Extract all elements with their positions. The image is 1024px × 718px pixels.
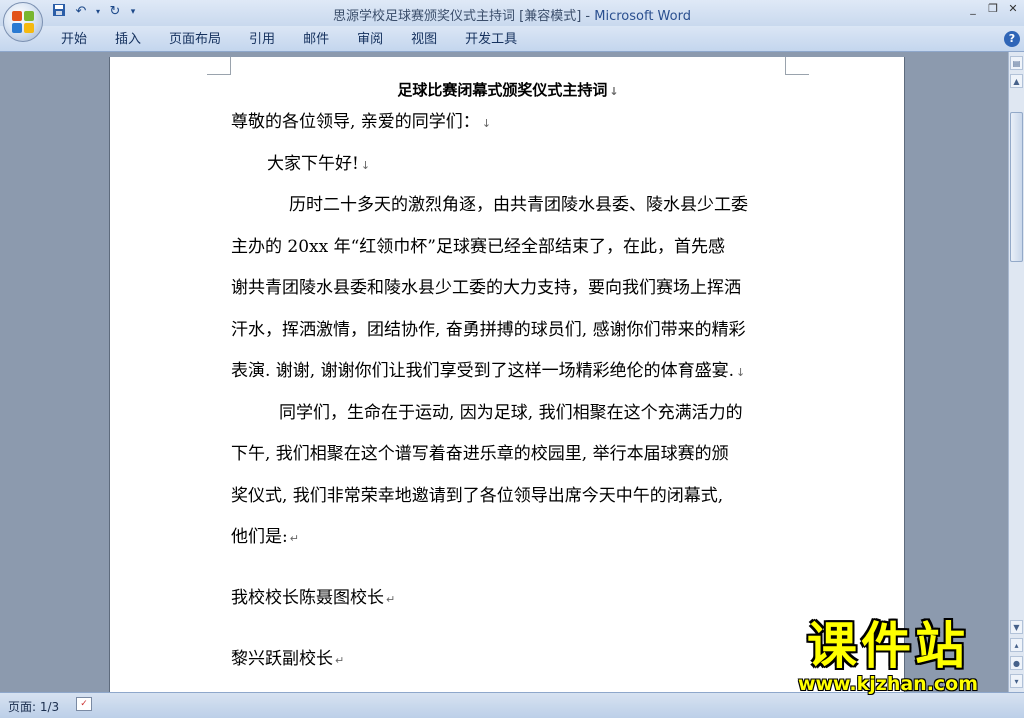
paragraph-line: 同学们，生命在于运动, 因为足球, 我们相聚在这个充满活力的 xyxy=(279,398,743,423)
crop-mark-left xyxy=(207,57,231,75)
paragraph-line: 他们是: ↵ xyxy=(231,522,299,547)
line-text: 大家下午好! xyxy=(267,154,359,174)
line-text: 表演. 谢谢, 谢谢你们让我们享受到了这样一场精彩绝伦的体育盛宴. xyxy=(231,361,735,381)
document-heading: 足球比赛闭幕式颁奖仪式主持词 ↓ xyxy=(110,79,906,100)
proofing-icon[interactable]: ✓ xyxy=(76,697,92,711)
tab-home[interactable]: 开始 xyxy=(47,31,101,49)
vertical-scrollbar[interactable]: ▤ ▲ ▼ ▴ ● ▾ xyxy=(1008,52,1024,692)
crop-mark-right xyxy=(785,57,809,75)
window-title: 思源学校足球赛颁奖仪式主持词 [兼容模式] - Microsoft Word xyxy=(0,5,1024,24)
paragraph-line: 下午, 我们相聚在这个谱写着奋进乐章的校园里, 举行本届球赛的颁 xyxy=(231,439,729,464)
line-text: 我校校长陈聂图校长 xyxy=(231,588,384,608)
scroll-down-icon[interactable]: ▼ xyxy=(1010,620,1023,634)
paragraph-mark: ↵ xyxy=(289,532,299,545)
title-bar: ↶ ▾ ↻ ▾ 思源学校足球赛颁奖仪式主持词 [兼容模式] - Microsof… xyxy=(0,0,1024,26)
previous-page-icon[interactable]: ▴ xyxy=(1010,638,1023,652)
heading-text: 足球比赛闭幕式颁奖仪式主持词 xyxy=(397,81,608,99)
page-counter[interactable]: 页面: 1/3 xyxy=(8,698,59,715)
line-break-mark: ↓ xyxy=(360,159,371,172)
title-separator: - xyxy=(581,9,595,24)
watermark-url: www.kjzhan.com xyxy=(797,673,979,695)
paragraph-line: 汗水，挥洒激情，团结协作, 奋勇拼搏的球员们, 感谢你们带来的精彩 xyxy=(231,315,746,340)
close-icon[interactable]: ✕ xyxy=(1006,2,1020,16)
line-text: 尊敬的各位领导, 亲爱的同学们： xyxy=(231,112,480,132)
paragraph-line: 谢共青团陵水县委和陵水县少工委的大力支持，要向我们赛场上挥洒 xyxy=(231,273,741,298)
tab-insert[interactable]: 插入 xyxy=(101,31,155,49)
tab-view[interactable]: 视图 xyxy=(397,31,451,49)
office-button[interactable] xyxy=(3,2,43,42)
watermark: 课件站 www.kjzhan.com xyxy=(772,618,1004,694)
scroll-thumb[interactable] xyxy=(1010,112,1023,262)
next-page-icon[interactable]: ▾ xyxy=(1010,674,1023,688)
document-name: 思源学校足球赛颁奖仪式主持词 [兼容模式] xyxy=(333,9,582,24)
paragraph-line: 奖仪式, 我们非常荣幸地邀请到了各位领导出席今天中午的闭幕式, xyxy=(231,481,723,506)
app-name: Microsoft Word xyxy=(594,9,691,24)
line-break-mark: ↓ xyxy=(609,85,619,98)
tab-references[interactable]: 引用 xyxy=(235,31,289,49)
line-text: 同学们，生命在于运动, 因为足球, 我们相聚在这个充满活力的 xyxy=(279,403,743,423)
help-icon[interactable]: ? xyxy=(1004,31,1020,47)
scroll-up-icon[interactable]: ▲ xyxy=(1010,74,1023,88)
select-browse-object-icon[interactable]: ● xyxy=(1010,656,1023,670)
paragraph-line: 历时二十多天的激烈角逐，由共青团陵水县委、陵水县少工委 xyxy=(289,190,748,215)
paragraph-line: 大家下午好! ↓ xyxy=(267,149,370,174)
line-text: 下午, 我们相聚在这个谱写着奋进乐章的校园里, 举行本届球赛的颁 xyxy=(231,444,729,464)
paragraph-line: 表演. 谢谢, 谢谢你们让我们享受到了这样一场精彩绝伦的体育盛宴. ↓ xyxy=(231,356,745,381)
watermark-brand: 课件站 xyxy=(807,617,969,675)
paragraph-line: 尊敬的各位领导, 亲爱的同学们： ↓ xyxy=(231,107,491,132)
line-text: 他们是: xyxy=(231,527,288,547)
ribbon-tab-bar: 开始 插入 页面布局 引用 邮件 审阅 视图 开发工具 ? xyxy=(0,26,1024,52)
tab-mailings[interactable]: 邮件 xyxy=(289,31,343,49)
paragraph-line: 我校校长陈聂图校长 ↵ xyxy=(231,583,395,608)
window-controls: _ ❐ ✕ xyxy=(966,2,1020,16)
line-text: 汗水，挥洒激情，团结协作, 奋勇拼搏的球员们, 感谢你们带来的精彩 xyxy=(231,320,746,340)
line-text: 主办的 20xx 年“红领巾杯”足球赛已经全部结束了，在此，首先感 xyxy=(231,237,725,257)
line-text: 奖仪式, 我们非常荣幸地邀请到了各位领导出席今天中午的闭幕式, xyxy=(231,486,724,506)
paragraph-line: 主办的 20xx 年“红领巾杯”足球赛已经全部结束了，在此，首先感 xyxy=(231,232,725,257)
minimize-icon[interactable]: _ xyxy=(966,2,980,16)
office-logo-icon xyxy=(12,11,34,33)
ruler-toggle-icon[interactable]: ▤ xyxy=(1010,56,1023,70)
tab-page-layout[interactable]: 页面布局 xyxy=(155,31,235,49)
tab-developer[interactable]: 开发工具 xyxy=(451,31,531,49)
line-break-mark: ↓ xyxy=(736,366,746,379)
tab-review[interactable]: 审阅 xyxy=(343,31,397,49)
line-text: 历时二十多天的激烈角逐，由共青团陵水县委、陵水县少工委 xyxy=(289,195,748,215)
document-workspace: 足球比赛闭幕式颁奖仪式主持词 ↓ 尊敬的各位领导, 亲爱的同学们： ↓ 大家下午好!… xyxy=(0,52,1008,717)
paragraph-mark: ↵ xyxy=(335,654,345,667)
paragraph-line: 黎兴跃副校长 ↵ xyxy=(231,644,344,669)
line-text: 谢共青团陵水县委和陵水县少工委的大力支持，要向我们赛场上挥洒 xyxy=(231,278,741,298)
line-break-mark: ↓ xyxy=(481,117,492,130)
status-bar: 页面: 1/3 ✓ xyxy=(0,692,1024,718)
line-text: 黎兴跃副校长 xyxy=(231,649,333,669)
restore-icon[interactable]: ❐ xyxy=(986,2,1000,16)
ribbon-tabs: 开始 插入 页面布局 引用 邮件 审阅 视图 开发工具 xyxy=(47,31,531,49)
paragraph-mark: ↵ xyxy=(386,593,396,606)
